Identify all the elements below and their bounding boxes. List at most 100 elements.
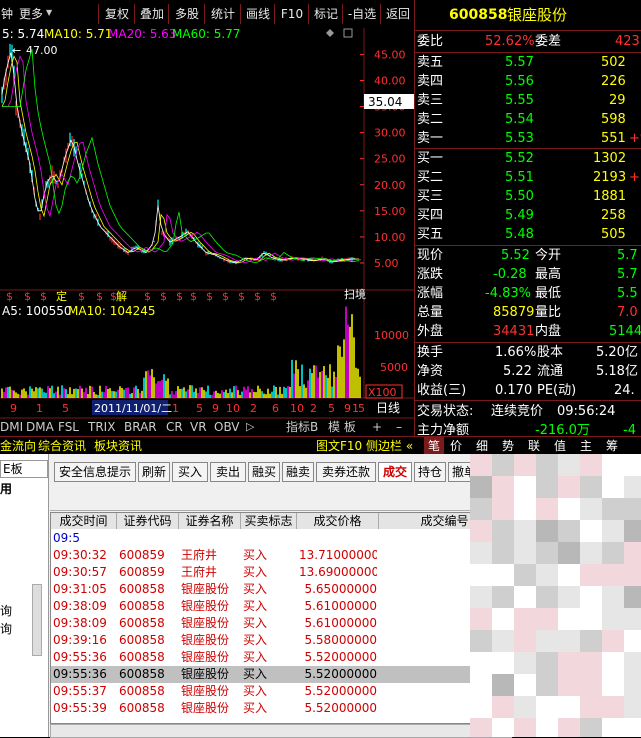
- table-row[interactable]: 09:55:39600858银座股份买入5.520000001540: [51, 700, 511, 717]
- event-marker[interactable]: $: [40, 290, 47, 303]
- column-header[interactable]: 证券代码: [117, 513, 179, 529]
- toolbar-item-zixuan[interactable]: -自选: [342, 4, 381, 24]
- play-icon[interactable]: ▷: [246, 418, 254, 436]
- diamond-icon[interactable]: [326, 29, 334, 37]
- tab-right-4[interactable]: 联: [528, 437, 540, 455]
- mosaic-tile: [470, 608, 492, 630]
- trade-button-1[interactable]: 刷新: [138, 462, 170, 482]
- trade-button-3[interactable]: 卖出: [210, 462, 246, 482]
- tab-right-1[interactable]: 价: [450, 437, 462, 455]
- peak-arrow-icon: ←: [12, 44, 21, 57]
- toolbar-item-duogu[interactable]: 多股: [168, 4, 205, 24]
- trade-button-4[interactable]: 融买: [248, 462, 280, 482]
- table-row[interactable]: 09:38:09600858银座股份买入5.610000001: [51, 598, 511, 615]
- trade-button-7[interactable]: 成交: [378, 462, 412, 482]
- indicator-tab-cr[interactable]: CR: [166, 418, 183, 436]
- tab-right-6[interactable]: 主: [580, 437, 592, 455]
- indicator-tab-vr[interactable]: VR: [190, 418, 207, 436]
- tab-sector-news[interactable]: 板块资讯: [94, 437, 142, 455]
- event-marker[interactable]: 定: [56, 289, 67, 303]
- toolbar-item-fanhui[interactable]: 返回: [380, 4, 415, 24]
- ask-row-cell: 5.55: [505, 93, 534, 108]
- trade-button-2[interactable]: 买入: [172, 462, 208, 482]
- stat2-row-cell: 5.20亿: [596, 345, 638, 360]
- table-cell-side: 买入: [243, 582, 268, 596]
- event-marker[interactable]: $: [6, 290, 13, 303]
- event-marker[interactable]: $: [270, 290, 277, 303]
- event-marker[interactable]: $: [144, 290, 151, 303]
- indicator-tab-obv[interactable]: OBV: [214, 418, 240, 436]
- column-header[interactable]: 成交时间: [51, 513, 117, 529]
- event-marker[interactable]: $: [24, 290, 31, 303]
- tab-f10[interactable]: 图文F10: [316, 437, 362, 455]
- stat-row-cell: 涨幅: [417, 286, 444, 301]
- tree-item-query-1[interactable]: 询: [0, 602, 12, 619]
- toolbar-item-fuquan[interactable]: 复权: [98, 4, 135, 24]
- event-markers[interactable]: $ $ $ 定 $ $ $ 解 $ $ $ $ $ $ $ $ $: [6, 289, 277, 303]
- tab-capital-flow[interactable]: 金流向: [0, 437, 36, 455]
- table-row[interactable]: 09:55:36600858银座股份买入5.520000001539: [51, 666, 511, 683]
- zoom-out-icon[interactable]: –: [396, 418, 402, 436]
- tab-right-3[interactable]: 势: [502, 437, 514, 455]
- table-row[interactable]: 09:30:32600859王府井买入13.710000001: [51, 547, 511, 564]
- column-header[interactable]: 买卖标志: [241, 513, 297, 529]
- tree-scrollbar[interactable]: [32, 584, 42, 656]
- table-cell-name: [181, 530, 239, 547]
- event-marker[interactable]: $: [96, 290, 103, 303]
- trade-button-5[interactable]: 融卖: [282, 462, 314, 482]
- indicator-tab-brar[interactable]: BRAR: [124, 418, 157, 436]
- chevron-down-icon[interactable]: ▼: [46, 8, 52, 17]
- minimize-icon[interactable]: [343, 28, 353, 38]
- tab-right-5[interactable]: 值: [554, 437, 566, 455]
- column-header[interactable]: 成交价格: [297, 513, 379, 529]
- toolbar-item-biaoji[interactable]: 标记: [308, 4, 343, 24]
- event-marker[interactable]: $: [190, 290, 197, 303]
- trade-button-8[interactable]: 持仓: [414, 462, 446, 482]
- table-row[interactable]: 09:55:36600858银座股份买入5.520000001539: [51, 649, 511, 666]
- indicator-tab-dmi[interactable]: DMI: [0, 418, 23, 436]
- toolbar-item-diejia[interactable]: 叠加: [134, 4, 169, 24]
- toolbar-item-huaxian[interactable]: 画线: [240, 4, 275, 24]
- toolbar-item-more[interactable]: 更多: [16, 4, 46, 24]
- column-header[interactable]: 证券名称: [179, 513, 241, 529]
- toolbar-item-f10[interactable]: F10: [274, 4, 309, 24]
- trade-button-6[interactable]: 卖券还款: [316, 462, 376, 482]
- kline-chart-area[interactable]: 5: 5.74 MA10: 5.71 MA20: 5.63 MA60: 5.77…: [0, 27, 414, 436]
- event-marker[interactable]: $: [78, 290, 85, 303]
- event-marker[interactable]: $: [254, 290, 261, 303]
- event-marker[interactable]: $: [206, 290, 213, 303]
- zoom-in-icon[interactable]: +: [372, 418, 382, 436]
- table-row[interactable]: 09:38:09600858银座股份买入5.610000001: [51, 615, 511, 632]
- toolbar-item-period[interactable]: 钟: [0, 4, 14, 24]
- indicator-tab-b[interactable]: 指标B: [286, 418, 318, 436]
- table-row[interactable]: 09:39:16600858银座股份买入5.580000001: [51, 632, 511, 649]
- trade-button-0[interactable]: 安全信息提示: [54, 462, 136, 482]
- toolbar-item-tongji[interactable]: 统计: [204, 4, 241, 24]
- mosaic-tile: [558, 696, 580, 718]
- indicator-tab-trix[interactable]: TRIX: [88, 418, 115, 436]
- bottom-scrollbar[interactable]: [50, 724, 512, 738]
- table-row[interactable]: 09:31:05600858银座股份买入5.650000001: [51, 581, 511, 598]
- event-marker[interactable]: $: [238, 290, 245, 303]
- table-row[interactable]: 09:5: [51, 530, 511, 547]
- tab-sidebar[interactable]: 侧边栏 «: [366, 437, 413, 455]
- tree-item-board[interactable]: E板: [0, 460, 48, 478]
- mosaic-tile: [602, 696, 624, 718]
- mosaic-tile: [470, 674, 492, 696]
- event-marker[interactable]: $: [176, 290, 183, 303]
- tree-item-query-2[interactable]: 询: [0, 620, 12, 637]
- tab-news[interactable]: 综合资讯: [38, 437, 86, 455]
- tab-right-7[interactable]: 筹: [606, 437, 618, 455]
- event-marker[interactable]: 解: [116, 289, 127, 303]
- table-row[interactable]: 09:30:57600859王府井买入13.690000001: [51, 564, 511, 581]
- tab-right-2[interactable]: 细: [476, 437, 488, 455]
- indicator-template[interactable]: 模 板: [328, 418, 356, 436]
- tab-right-0[interactable]: 笔: [424, 437, 445, 455]
- table-row[interactable]: 09:55:37600858银座股份买入5.520000001539: [51, 683, 511, 700]
- indicator-tab-dma[interactable]: DMA: [26, 418, 54, 436]
- indicator-tab-fsl[interactable]: FSL: [58, 418, 79, 436]
- ask-row-cell: 598: [601, 112, 626, 127]
- event-marker[interactable]: $: [160, 290, 167, 303]
- tree-item-use[interactable]: 用: [0, 480, 12, 497]
- event-marker[interactable]: $: [222, 290, 229, 303]
